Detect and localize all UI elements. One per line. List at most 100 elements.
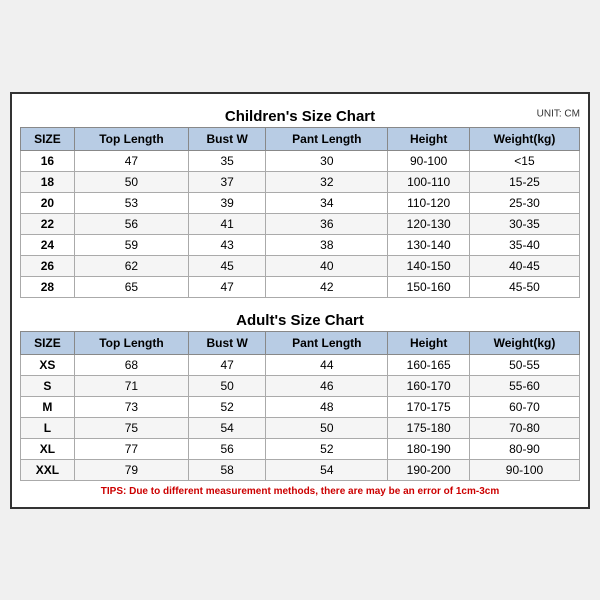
table-cell: 110-120 — [388, 192, 470, 213]
table-cell: 170-175 — [388, 396, 470, 417]
table-cell: 56 — [189, 438, 266, 459]
table-cell: 48 — [266, 396, 388, 417]
table-cell: 50 — [74, 171, 188, 192]
table-cell: 50 — [189, 375, 266, 396]
table-cell: 15-25 — [469, 171, 579, 192]
table-cell: 36 — [266, 213, 388, 234]
table-cell: 30-35 — [469, 213, 579, 234]
table-cell: 16 — [21, 150, 75, 171]
table-cell: XXL — [21, 459, 75, 480]
children-section-title: Children's Size Chart UNIT: CM — [20, 102, 580, 127]
table-cell: 160-165 — [388, 354, 470, 375]
table-cell: 25-30 — [469, 192, 579, 213]
adult-col-height: Height — [388, 331, 470, 354]
table-cell: 160-170 — [388, 375, 470, 396]
table-cell: 79 — [74, 459, 188, 480]
children-size-table: SIZE Top Length Bust W Pant Length Heigh… — [20, 127, 580, 298]
table-cell: 40 — [266, 255, 388, 276]
adult-title-text: Adult's Size Chart — [236, 312, 364, 329]
table-cell: 62 — [74, 255, 188, 276]
table-cell: 35-40 — [469, 234, 579, 255]
table-cell: 180-190 — [388, 438, 470, 459]
adult-section-title: Adult's Size Chart — [20, 306, 580, 331]
table-cell: 41 — [189, 213, 266, 234]
table-row: XL775652180-19080-90 — [21, 438, 580, 459]
table-cell: 39 — [189, 192, 266, 213]
table-cell: 45-50 — [469, 276, 579, 297]
children-col-size: SIZE — [21, 127, 75, 150]
adult-header-row: SIZE Top Length Bust W Pant Length Heigh… — [21, 331, 580, 354]
table-cell: 44 — [266, 354, 388, 375]
table-cell: 43 — [189, 234, 266, 255]
table-cell: 52 — [266, 438, 388, 459]
children-header-row: SIZE Top Length Bust W Pant Length Heigh… — [21, 127, 580, 150]
table-row: 20533934110-12025-30 — [21, 192, 580, 213]
tips-text: TIPS: Due to different measurement metho… — [20, 481, 580, 499]
table-cell: 190-200 — [388, 459, 470, 480]
table-cell: 65 — [74, 276, 188, 297]
adult-col-bustw: Bust W — [189, 331, 266, 354]
children-col-weight: Weight(kg) — [469, 127, 579, 150]
children-title-text: Children's Size Chart — [225, 108, 375, 125]
table-cell: 60-70 — [469, 396, 579, 417]
table-cell: 80-90 — [469, 438, 579, 459]
children-col-height: Height — [388, 127, 470, 150]
table-cell: 130-140 — [388, 234, 470, 255]
table-cell: 54 — [189, 417, 266, 438]
table-cell: 28 — [21, 276, 75, 297]
table-row: S715046160-17055-60 — [21, 375, 580, 396]
adult-table-body: XS684744160-16550-55S715046160-17055-60M… — [21, 354, 580, 480]
table-cell: L — [21, 417, 75, 438]
adult-col-weight: Weight(kg) — [469, 331, 579, 354]
children-col-pantlength: Pant Length — [266, 127, 388, 150]
table-cell: 77 — [74, 438, 188, 459]
table-cell: 59 — [74, 234, 188, 255]
table-cell: 54 — [266, 459, 388, 480]
table-cell: 150-160 — [388, 276, 470, 297]
table-cell: 90-100 — [388, 150, 470, 171]
table-cell: 140-150 — [388, 255, 470, 276]
table-cell: M — [21, 396, 75, 417]
table-row: M735248170-17560-70 — [21, 396, 580, 417]
table-cell: 42 — [266, 276, 388, 297]
table-row: 1647353090-100<15 — [21, 150, 580, 171]
table-cell: 50 — [266, 417, 388, 438]
table-cell: <15 — [469, 150, 579, 171]
table-cell: 90-100 — [469, 459, 579, 480]
table-cell: 55-60 — [469, 375, 579, 396]
table-cell: 32 — [266, 171, 388, 192]
table-cell: 120-130 — [388, 213, 470, 234]
table-row: 18503732100-11015-25 — [21, 171, 580, 192]
table-cell: 24 — [21, 234, 75, 255]
table-cell: 68 — [74, 354, 188, 375]
table-cell: 53 — [74, 192, 188, 213]
table-cell: 37 — [189, 171, 266, 192]
table-row: XS684744160-16550-55 — [21, 354, 580, 375]
children-col-toplength: Top Length — [74, 127, 188, 150]
table-cell: 40-45 — [469, 255, 579, 276]
table-cell: 100-110 — [388, 171, 470, 192]
table-row: 24594338130-14035-40 — [21, 234, 580, 255]
children-table-body: 1647353090-100<1518503732100-11015-25205… — [21, 150, 580, 297]
table-cell: 73 — [74, 396, 188, 417]
table-cell: 75 — [74, 417, 188, 438]
table-cell: 46 — [266, 375, 388, 396]
table-cell: 45 — [189, 255, 266, 276]
table-cell: 47 — [189, 276, 266, 297]
adult-col-toplength: Top Length — [74, 331, 188, 354]
table-cell: 35 — [189, 150, 266, 171]
unit-label: UNIT: CM — [537, 109, 580, 120]
table-cell: 38 — [266, 234, 388, 255]
adult-col-pantlength: Pant Length — [266, 331, 388, 354]
table-cell: 71 — [74, 375, 188, 396]
table-row: 26624540140-15040-45 — [21, 255, 580, 276]
table-cell: 52 — [189, 396, 266, 417]
table-cell: 56 — [74, 213, 188, 234]
table-cell: 175-180 — [388, 417, 470, 438]
table-cell: S — [21, 375, 75, 396]
table-cell: 50-55 — [469, 354, 579, 375]
table-cell: 34 — [266, 192, 388, 213]
table-cell: 20 — [21, 192, 75, 213]
table-cell: 47 — [74, 150, 188, 171]
table-row: L755450175-18070-80 — [21, 417, 580, 438]
